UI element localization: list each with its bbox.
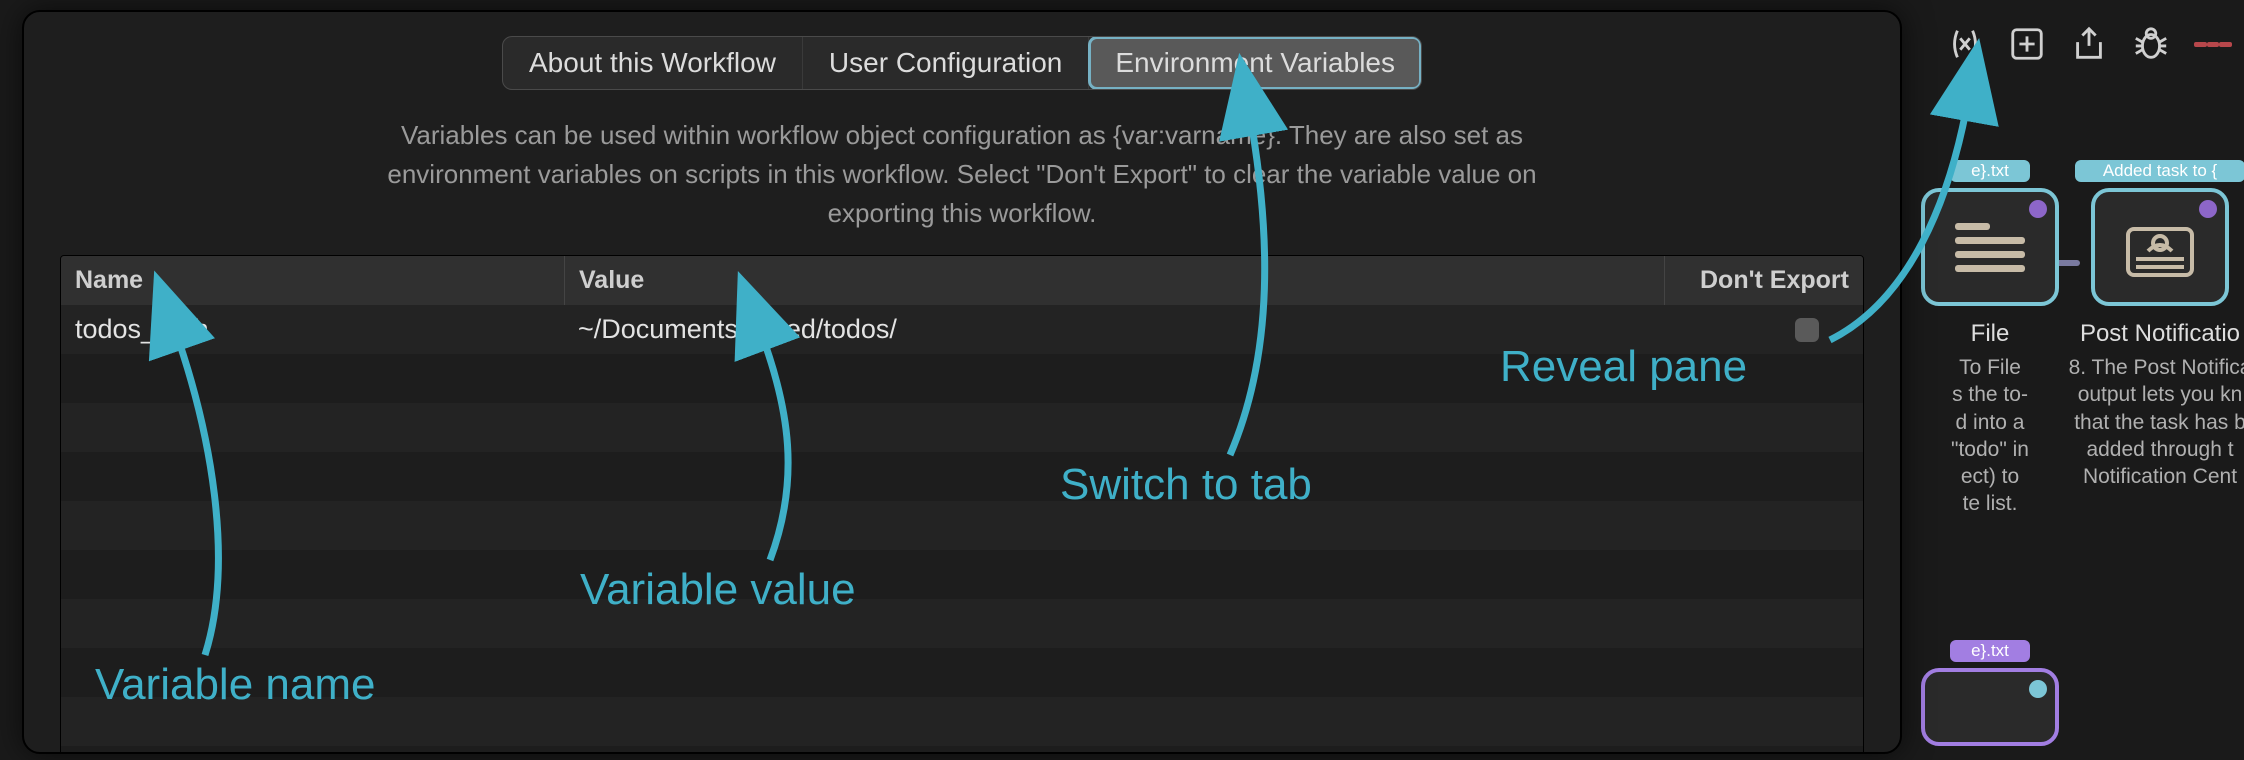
tab-about-workflow[interactable]: About this Workflow xyxy=(503,37,803,89)
table-row[interactable] xyxy=(61,403,1863,452)
node-config-dot-icon xyxy=(2199,200,2217,218)
table-row[interactable]: todos_path~/Documents/Alfred/todos/ xyxy=(61,305,1863,354)
top-toolbar xyxy=(1946,25,2232,63)
table-row[interactable] xyxy=(61,599,1863,648)
node-title: Post Notificatio xyxy=(2060,320,2244,348)
node-title: File xyxy=(1900,320,2080,348)
column-header-dont-export[interactable]: Don't Export xyxy=(1665,256,1863,305)
node-description: 8. The Post Notifica output lets you kn … xyxy=(2060,354,2244,490)
tab-bar: About this Workflow User Configuration E… xyxy=(502,36,1422,90)
share-icon[interactable] xyxy=(2070,25,2108,63)
column-header-name[interactable]: Name xyxy=(61,256,565,305)
table-row[interactable] xyxy=(61,550,1863,599)
variable-value-cell[interactable]: ~/Documents/Alfred/todos/ xyxy=(564,306,1665,353)
tab-user-configuration[interactable]: User Configuration xyxy=(803,37,1089,89)
variables-icon[interactable] xyxy=(1946,25,1984,63)
menu-icon[interactable] xyxy=(2194,25,2232,63)
add-workflow-icon[interactable] xyxy=(2008,25,2046,63)
bug-icon[interactable] xyxy=(2132,25,2170,63)
variable-name-cell[interactable]: todos_path xyxy=(61,306,564,353)
workflow-node-post-notification[interactable]: Added task to { Post Notificatio 8. The … xyxy=(2060,160,2244,490)
node-tile[interactable] xyxy=(2091,188,2229,306)
help-text: Variables can be used within workflow ob… xyxy=(322,116,1602,233)
node-description: To File s the to- d into a "todo" in ect… xyxy=(1900,354,2080,518)
node-tile[interactable] xyxy=(1921,188,2059,306)
variables-table: Name Value Don't Export todos_path~/Docu… xyxy=(60,255,1864,754)
dont-export-cell[interactable] xyxy=(1665,310,1863,350)
table-row[interactable] xyxy=(61,697,1863,746)
node-config-dot-icon xyxy=(2029,680,2047,698)
table-row[interactable] xyxy=(61,746,1863,754)
table-row[interactable] xyxy=(61,452,1863,501)
tab-environment-variables[interactable]: Environment Variables xyxy=(1089,37,1421,89)
notification-icon xyxy=(2120,207,2200,287)
node-chip: e}.txt xyxy=(1950,160,2030,182)
node-chip: Added task to { xyxy=(2075,160,2244,182)
node-config-dot-icon xyxy=(2029,200,2047,218)
table-header: Name Value Don't Export xyxy=(61,256,1863,305)
environment-variables-panel: About this Workflow User Configuration E… xyxy=(22,10,1902,754)
workflow-node-write-file[interactable]: e}.txt File To File s the to- d into a "… xyxy=(1900,160,2080,518)
column-header-value[interactable]: Value xyxy=(565,256,1665,305)
dont-export-checkbox[interactable] xyxy=(1795,318,1819,342)
document-icon xyxy=(1955,216,2025,279)
table-row[interactable] xyxy=(61,354,1863,403)
table-row[interactable] xyxy=(61,648,1863,697)
node-chip: e}.txt xyxy=(1950,640,2030,662)
node-tile[interactable] xyxy=(1921,668,2059,746)
workflow-node-purple[interactable]: e}.txt xyxy=(1900,640,2080,746)
table-row[interactable] xyxy=(61,501,1863,550)
